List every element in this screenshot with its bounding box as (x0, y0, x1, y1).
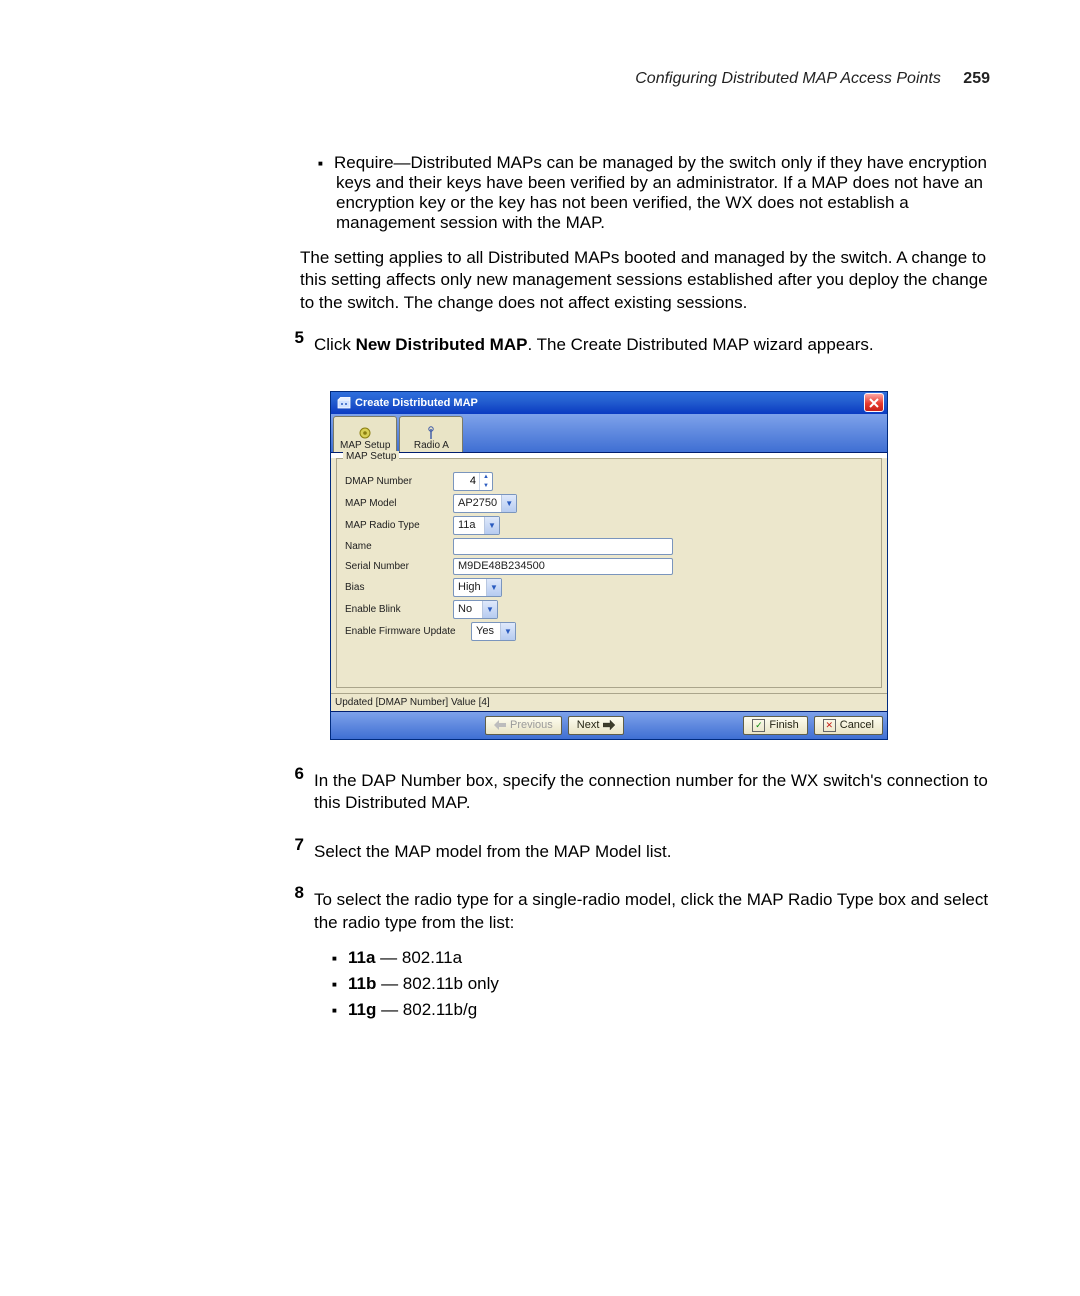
antenna-icon (425, 426, 437, 440)
close-icon (869, 398, 879, 408)
tab-bar: MAP Setup Radio A (331, 414, 887, 453)
serial-input[interactable]: M9DE48B234500 (453, 558, 673, 575)
tab-map-setup[interactable]: MAP Setup (333, 416, 397, 452)
field-label: Serial Number (345, 561, 453, 572)
wizard-button-bar: Previous Next ✓ Finish ✕ Cancel (331, 711, 887, 739)
status-bar: Updated [DMAP Number] Value [4] (331, 693, 887, 711)
step-number: 8 (284, 883, 304, 1028)
tab-label: MAP Setup (340, 440, 390, 451)
dmap-number-input[interactable] (454, 473, 479, 490)
field-label: Enable Firmware Update (345, 626, 471, 637)
field-label: Bias (345, 582, 453, 593)
paragraph: The setting applies to all Distributed M… (300, 247, 990, 314)
previous-button[interactable]: Previous (485, 716, 562, 735)
arrow-right-icon (603, 720, 615, 730)
chevron-down-icon: ▼ (500, 623, 515, 640)
wizard-window: Create Distributed MAP MAP Setup Radio A (330, 391, 888, 740)
bias-select[interactable]: High ▼ (453, 578, 502, 597)
step-text: Select the MAP model from the MAP Model … (314, 841, 990, 863)
list-item: 11b — 802.11b only (350, 974, 990, 994)
step-number: 7 (284, 835, 304, 877)
header-title: Configuring Distributed MAP Access Point… (635, 70, 941, 87)
radio-type-select[interactable]: 11a ▼ (453, 516, 500, 535)
map-model-select[interactable]: AP2750 ▼ (453, 494, 517, 513)
step-number: 6 (284, 764, 304, 829)
step-text: To select the radio type for a single-ra… (314, 889, 990, 934)
chevron-down-icon: ▼ (501, 495, 516, 512)
running-header: Configuring Distributed MAP Access Point… (300, 70, 990, 88)
close-button[interactable] (864, 393, 884, 412)
fieldset-legend: MAP Setup (343, 451, 399, 462)
field-label: Enable Blink (345, 604, 453, 615)
page-number: 259 (963, 70, 990, 87)
tab-label: Radio A (414, 440, 449, 451)
finish-button[interactable]: ✓ Finish (743, 716, 807, 735)
check-icon: ✓ (752, 719, 765, 732)
tab-radio-a[interactable]: Radio A (399, 416, 463, 452)
list-item: 11a — 802.11a (350, 948, 990, 968)
gear-icon (358, 426, 372, 440)
chevron-down-icon: ▼ (482, 601, 497, 618)
field-label: DMAP Number (345, 476, 453, 487)
spinner-arrows[interactable]: ▲▼ (479, 473, 492, 490)
field-label: Name (345, 541, 453, 552)
blink-select[interactable]: No ▼ (453, 600, 498, 619)
step-text: Click New Distributed MAP. The Create Di… (314, 334, 990, 356)
step-number: 5 (284, 328, 304, 370)
x-icon: ✕ (823, 719, 836, 732)
chevron-down-icon: ▼ (484, 517, 499, 534)
wizard-body: MAP Setup DMAP Number ▲▼ MAP Model AP275… (331, 458, 887, 711)
field-label: MAP Model (345, 498, 453, 509)
wizard-icon (337, 397, 351, 409)
step-text: In the DAP Number box, specify the conne… (314, 770, 990, 815)
cancel-button[interactable]: ✕ Cancel (814, 716, 883, 735)
map-setup-fieldset: MAP Setup DMAP Number ▲▼ MAP Model AP275… (336, 458, 882, 688)
next-button[interactable]: Next (568, 716, 625, 735)
name-input[interactable] (453, 538, 673, 555)
dmap-number-spinner[interactable]: ▲▼ (453, 472, 493, 491)
arrow-left-icon (494, 720, 506, 730)
chevron-down-icon: ▼ (486, 579, 501, 596)
firmware-select[interactable]: Yes ▼ (471, 622, 516, 641)
titlebar: Create Distributed MAP (331, 392, 887, 414)
list-item: Require—Distributed MAPs can be managed … (336, 153, 990, 233)
window-title: Create Distributed MAP (355, 397, 864, 409)
list-item: 11g — 802.11b/g (350, 1000, 990, 1020)
field-label: MAP Radio Type (345, 520, 453, 531)
